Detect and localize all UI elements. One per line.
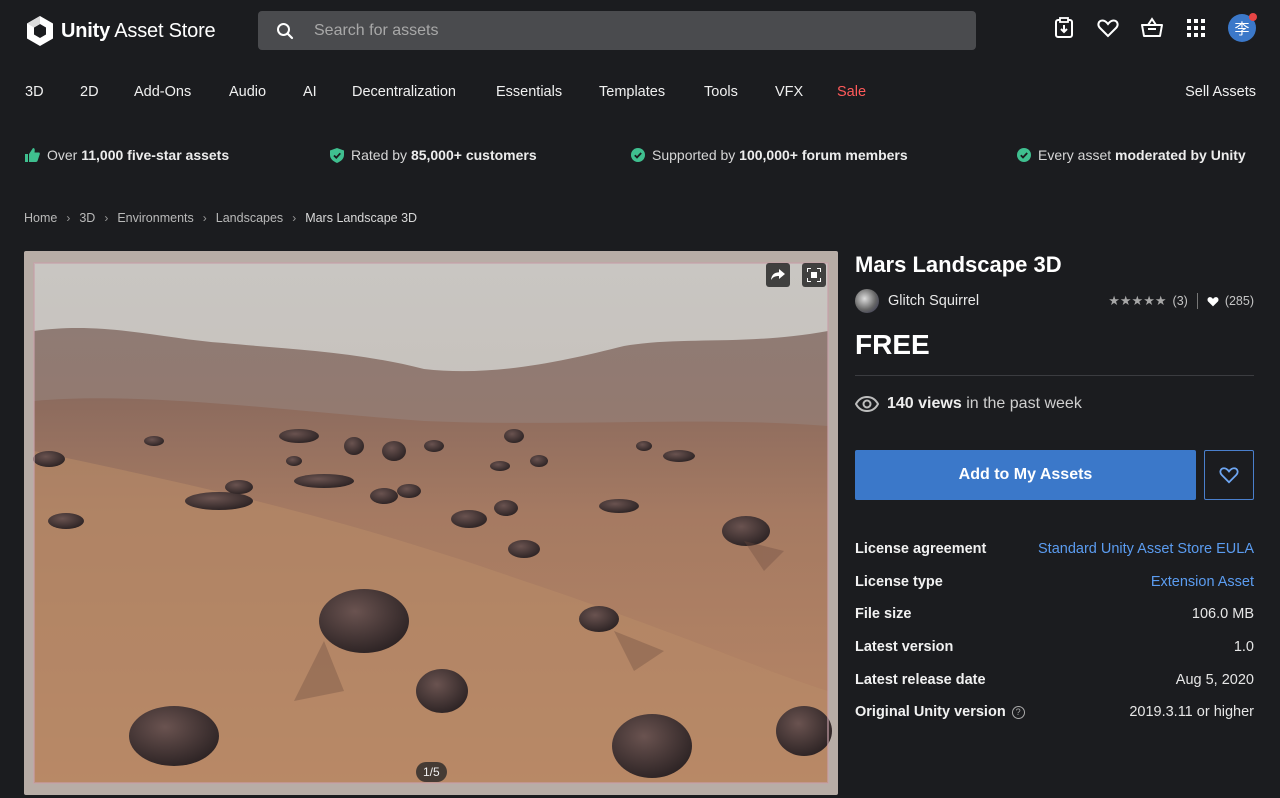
apps-grid-icon[interactable]: [1184, 16, 1208, 40]
price: FREE: [855, 329, 930, 360]
publisher-row: Glitch Squirrel ★★★★★ (3) (285): [855, 289, 1254, 313]
nav-item-3d[interactable]: 3D: [25, 84, 44, 100]
user-avatar[interactable]: 李: [1228, 13, 1257, 42]
spec-row-license-type: License type Extension Asset: [855, 566, 1254, 599]
chevron-right-icon: ›: [66, 211, 71, 225]
breadcrumb: Home › 3D › Environments › Landscapes › …: [24, 211, 417, 225]
notification-dot: [1249, 13, 1257, 21]
divider: [1196, 293, 1198, 309]
spec-value: 2019.3.11 or higher: [1129, 704, 1254, 721]
spec-value: Aug 5, 2020: [1175, 671, 1254, 688]
perk-moderated: Every asset moderated by Unity: [1017, 147, 1246, 163]
spec-row-latest-version: Latest version 1.0: [855, 631, 1254, 664]
spec-value-link[interactable]: Standard Unity Asset Store EULA: [1038, 541, 1254, 557]
search-bar[interactable]: [258, 11, 976, 50]
nav-item-vfx[interactable]: VFX: [775, 84, 803, 100]
header-actions: 李: [1052, 13, 1257, 42]
nav-item-templates[interactable]: Templates: [599, 84, 665, 100]
nav-item-ai[interactable]: AI: [303, 84, 317, 100]
spec-key: License agreement: [855, 541, 987, 558]
heart-filled-icon: [1207, 296, 1219, 306]
views-text: 140 views in the past week: [887, 395, 1082, 412]
nav-item-audio[interactable]: Audio: [229, 84, 266, 100]
product-details: Mars Landscape 3D Glitch Squirrel ★★★★★ …: [855, 251, 1254, 720]
product-title: Mars Landscape 3D: [855, 252, 1062, 277]
breadcrumb-3d[interactable]: 3D: [79, 211, 95, 225]
unity-cube-icon: [27, 16, 53, 46]
nav-item-essentials[interactable]: Essentials: [496, 84, 562, 100]
chevron-right-icon: ›: [202, 211, 207, 225]
star-rating-icon: ★★★★★: [1108, 293, 1167, 308]
heart-icon[interactable]: [1096, 16, 1120, 40]
chevron-right-icon: ›: [292, 211, 297, 225]
perk-rated: Rated by 85,000+ customers: [330, 147, 537, 163]
spec-key: License type: [855, 573, 943, 590]
rating[interactable]: ★★★★★ (3) (285): [1108, 293, 1254, 309]
breadcrumb-environments[interactable]: Environments: [117, 211, 193, 225]
perk-text: Supported by 100,000+ forum members: [652, 147, 908, 163]
favorites-count: (285): [1224, 294, 1254, 308]
spec-key-with-help: Original Unity version?: [855, 704, 1025, 720]
thumbs-up-icon: [25, 148, 40, 162]
fullscreen-icon: [807, 268, 821, 282]
check-circle-icon: [1017, 148, 1031, 162]
spec-row-file-size: File size 106.0 MB: [855, 598, 1254, 631]
rating-count: (3): [1172, 294, 1188, 308]
nav-item-2d[interactable]: 2D: [80, 84, 99, 100]
gallery-counter: 1/5: [416, 762, 447, 782]
help-icon[interactable]: ?: [1011, 705, 1025, 719]
breadcrumb-current: Mars Landscape 3D: [305, 211, 418, 225]
top-bar: Unity Asset Store 李: [0, 0, 1280, 62]
category-nav: 3D 2D Add-Ons Audio AI Decentralization …: [0, 62, 1280, 124]
perks-bar: Over 11,000 five-star assets Rated by 85…: [0, 124, 1280, 186]
search-icon: [277, 22, 294, 39]
sell-assets-link[interactable]: Sell Assets: [1185, 84, 1256, 100]
perk-text: Rated by 85,000+ customers: [351, 147, 537, 163]
spec-value: 1.0: [1233, 639, 1254, 656]
heart-outline-icon: [1219, 467, 1239, 484]
nav-item-add-ons[interactable]: Add-Ons: [134, 84, 191, 100]
spec-list: License agreement Standard Unity Asset S…: [855, 533, 1254, 729]
publisher-name[interactable]: Glitch Squirrel: [888, 293, 979, 309]
publisher[interactable]: Glitch Squirrel: [855, 289, 979, 313]
nav-item-decentralization[interactable]: Decentralization: [352, 84, 456, 100]
unity-logo[interactable]: Unity Asset Store: [25, 15, 216, 47]
perk-text: Over 11,000 five-star assets: [47, 147, 230, 163]
nav-item-tools[interactable]: Tools: [704, 84, 738, 100]
perk-text: Every asset moderated by Unity: [1038, 147, 1246, 163]
spec-value: 106.0 MB: [1191, 606, 1254, 623]
shield-check-icon: [330, 147, 344, 163]
perk-supported: Supported by 100,000+ forum members: [631, 147, 908, 163]
nav-item-sale[interactable]: Sale: [837, 84, 866, 100]
wishlist-button[interactable]: [1204, 450, 1254, 500]
spec-key: Latest version: [855, 639, 954, 656]
spec-row-unity-version: Original Unity version? 2019.3.11 or hig…: [855, 696, 1254, 729]
add-to-my-assets-button[interactable]: Add to My Assets: [855, 450, 1196, 500]
check-circle-icon: [631, 148, 645, 162]
logo-text: Unity Asset Store: [61, 19, 216, 42]
share-arrow-icon: [771, 269, 785, 280]
spec-key: File size: [855, 606, 912, 623]
eye-icon: [855, 396, 879, 412]
share-button[interactable]: [766, 263, 790, 287]
publisher-avatar: [855, 289, 879, 313]
spec-row-release-date: Latest release date Aug 5, 2020: [855, 663, 1254, 696]
mars-landscape-image: [24, 251, 838, 795]
perk-five-star: Over 11,000 five-star assets: [25, 147, 229, 163]
downloads-icon[interactable]: [1052, 16, 1076, 40]
spec-key: Latest release date: [855, 671, 986, 688]
divider: [855, 375, 1254, 376]
breadcrumb-home[interactable]: Home: [24, 211, 57, 225]
spec-row-license-agreement: License agreement Standard Unity Asset S…: [855, 533, 1254, 566]
fullscreen-button[interactable]: [802, 263, 826, 287]
breadcrumb-landscapes[interactable]: Landscapes: [216, 211, 283, 225]
spec-value-link[interactable]: Extension Asset: [1151, 574, 1254, 590]
views-stat: 140 views in the past week: [855, 395, 1082, 413]
chevron-right-icon: ›: [104, 211, 109, 225]
product-gallery[interactable]: 1/5: [24, 251, 838, 795]
search-input[interactable]: [314, 21, 934, 40]
cart-basket-icon[interactable]: [1140, 16, 1164, 40]
